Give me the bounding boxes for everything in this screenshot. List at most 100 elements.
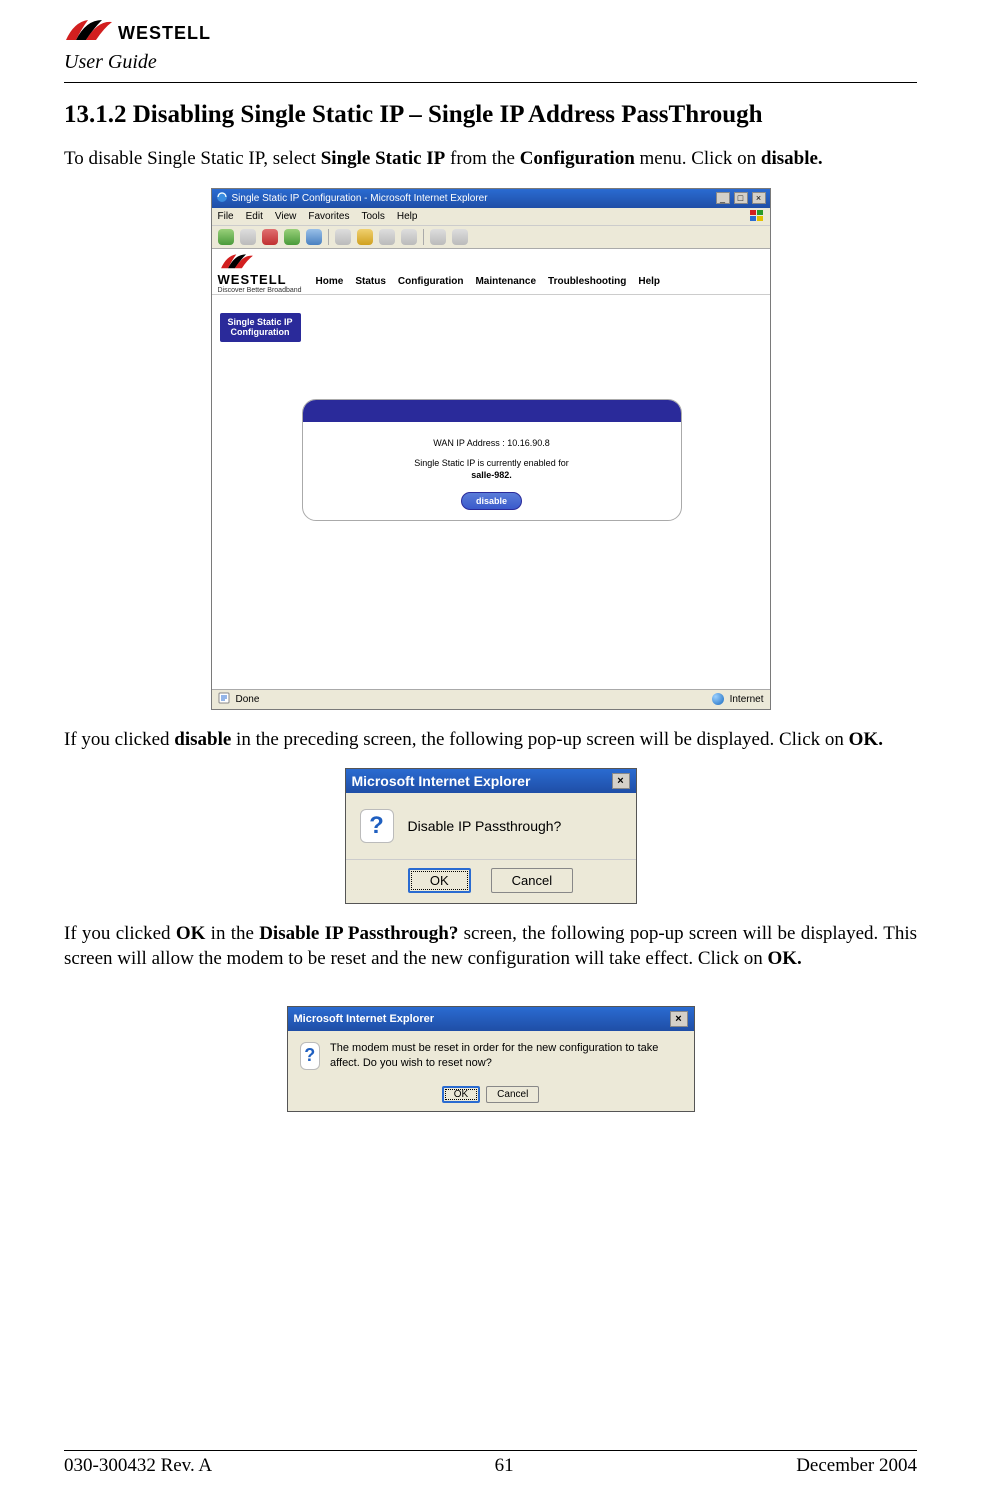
paragraph-3: If you clicked OK in the Disable IP Pass… bbox=[64, 922, 917, 971]
nav-status[interactable]: Status bbox=[355, 276, 386, 287]
question-icon: ? bbox=[300, 1042, 321, 1070]
westell-logo-icon bbox=[218, 253, 256, 274]
internet-zone-icon bbox=[712, 693, 724, 705]
ie-app-icon bbox=[216, 191, 228, 206]
footer-rule bbox=[64, 1450, 917, 1451]
question-icon: ? bbox=[360, 809, 394, 843]
enabled-hostname: salle-982. bbox=[315, 470, 669, 480]
brand-band: WESTELL Discover Better Broadband Home S… bbox=[212, 249, 770, 295]
dialog-message: The modem must be reset in order for the… bbox=[330, 1041, 681, 1071]
header-rule bbox=[64, 82, 917, 83]
history-icon[interactable] bbox=[401, 229, 417, 245]
text-run: menu. Click on bbox=[635, 148, 761, 169]
user-guide-label: User Guide bbox=[64, 51, 917, 74]
text-bold: OK bbox=[176, 923, 206, 944]
westell-logo-icon bbox=[64, 18, 114, 49]
section-heading: 13.1.2 Disabling Single Static IP – Sing… bbox=[64, 101, 917, 129]
menu-tools[interactable]: Tools bbox=[361, 211, 384, 222]
toolbar-separator bbox=[423, 229, 424, 245]
brand-logo: WESTELL Discover Better Broadband bbox=[218, 253, 302, 294]
close-button[interactable]: × bbox=[752, 192, 766, 204]
text-bold: Disable IP Passthrough? bbox=[259, 923, 458, 944]
footer-right: December 2004 bbox=[796, 1455, 917, 1477]
ie-status-bar: Done Internet bbox=[212, 689, 770, 709]
close-button[interactable]: × bbox=[612, 773, 630, 789]
footer-page-number: 61 bbox=[495, 1455, 514, 1477]
wan-ip-value: 10.16.90.8 bbox=[507, 438, 550, 448]
side-tab-single-static-ip[interactable]: Single Static IP Configuration bbox=[220, 313, 301, 343]
ok-button[interactable]: OK bbox=[442, 1086, 480, 1103]
ie-window-screenshot: Single Static IP Configuration - Microso… bbox=[211, 188, 771, 710]
favorites-icon[interactable] bbox=[357, 229, 373, 245]
nav-help[interactable]: Help bbox=[638, 276, 660, 287]
nav-configuration[interactable]: Configuration bbox=[398, 276, 464, 287]
panel-header bbox=[303, 400, 681, 422]
text-run: If you clicked bbox=[64, 729, 174, 750]
wan-ip-row: WAN IP Address : 10.16.90.8 bbox=[315, 438, 669, 448]
paragraph-2: If you clicked disable in the preceding … bbox=[64, 728, 917, 753]
dialog-title: Microsoft Internet Explorer bbox=[352, 773, 612, 789]
brand-tagline: Discover Better Broadband bbox=[218, 287, 302, 294]
ie-content-area: WESTELL Discover Better Broadband Home S… bbox=[212, 249, 770, 689]
ok-button[interactable]: OK bbox=[408, 868, 471, 893]
window-title: Single Static IP Configuration - Microso… bbox=[232, 193, 712, 204]
search-icon[interactable] bbox=[335, 229, 351, 245]
config-panel: WAN IP Address : 10.16.90.8 Single Stati… bbox=[302, 399, 682, 521]
text-bold: disable. bbox=[761, 148, 823, 169]
text-run: If you clicked bbox=[64, 923, 176, 944]
maximize-button[interactable]: □ bbox=[734, 192, 748, 204]
ie-menubar: File Edit View Favorites Tools Help bbox=[212, 208, 770, 225]
dialog-message: Disable IP Passthrough? bbox=[408, 818, 562, 834]
nav-troubleshooting[interactable]: Troubleshooting bbox=[548, 276, 626, 287]
toolbar-separator bbox=[328, 229, 329, 245]
text-bold: Single Static IP bbox=[321, 148, 446, 169]
refresh-icon[interactable] bbox=[284, 229, 300, 245]
ie-titlebar: Single Static IP Configuration - Microso… bbox=[212, 189, 770, 208]
page-header: WESTELL bbox=[64, 18, 917, 49]
minimize-button[interactable]: _ bbox=[716, 192, 730, 204]
main-nav: Home Status Configuration Maintenance Tr… bbox=[316, 260, 660, 287]
menu-edit[interactable]: Edit bbox=[246, 211, 263, 222]
dialog-disable-passthrough: Microsoft Internet Explorer × ? Disable … bbox=[345, 768, 637, 904]
footer-left: 030-300432 Rev. A bbox=[64, 1455, 212, 1477]
text-bold: OK. bbox=[767, 948, 801, 969]
text-run: in the preceding screen, the following p… bbox=[231, 729, 848, 750]
menu-file[interactable]: File bbox=[218, 211, 234, 222]
text-bold: disable bbox=[174, 729, 231, 750]
cancel-button[interactable]: Cancel bbox=[491, 868, 573, 893]
status-zone: Internet bbox=[730, 694, 764, 705]
text-run: in the bbox=[205, 923, 259, 944]
wan-ip-label: WAN IP Address : bbox=[433, 438, 505, 448]
status-done: Done bbox=[236, 694, 260, 705]
cancel-button[interactable]: Cancel bbox=[486, 1086, 539, 1103]
dialog-titlebar: Microsoft Internet Explorer × bbox=[346, 769, 636, 793]
paragraph-1: To disable Single Static IP, select Sing… bbox=[64, 147, 917, 172]
dialog-titlebar: Microsoft Internet Explorer × bbox=[288, 1007, 694, 1031]
page-footer: 030-300432 Rev. A 61 December 2004 bbox=[64, 1455, 917, 1477]
dialog-title: Microsoft Internet Explorer bbox=[294, 1013, 670, 1025]
text-run: To disable Single Static IP, select bbox=[64, 148, 321, 169]
forward-icon[interactable] bbox=[240, 229, 256, 245]
mail-icon[interactable] bbox=[430, 229, 446, 245]
print-icon[interactable] bbox=[452, 229, 468, 245]
home-icon[interactable] bbox=[306, 229, 322, 245]
nav-home[interactable]: Home bbox=[316, 276, 344, 287]
nav-maintenance[interactable]: Maintenance bbox=[475, 276, 536, 287]
dialog-reset-modem: Microsoft Internet Explorer × ? The mode… bbox=[287, 1006, 695, 1113]
disable-button[interactable]: disable bbox=[461, 492, 522, 510]
menu-help[interactable]: Help bbox=[397, 211, 418, 222]
done-icon bbox=[218, 692, 230, 707]
menu-view[interactable]: View bbox=[275, 211, 297, 222]
close-button[interactable]: × bbox=[670, 1011, 688, 1027]
menu-favorites[interactable]: Favorites bbox=[308, 211, 349, 222]
media-icon[interactable] bbox=[379, 229, 395, 245]
stop-icon[interactable] bbox=[262, 229, 278, 245]
windows-flag-icon bbox=[750, 210, 764, 222]
enabled-text: Single Static IP is currently enabled fo… bbox=[315, 458, 669, 468]
ie-toolbar bbox=[212, 225, 770, 249]
text-run: from the bbox=[445, 148, 519, 169]
logo-text: WESTELL bbox=[118, 23, 211, 44]
brand-text: WESTELL bbox=[218, 272, 287, 287]
text-bold: Configuration bbox=[520, 148, 635, 169]
back-icon[interactable] bbox=[218, 229, 234, 245]
